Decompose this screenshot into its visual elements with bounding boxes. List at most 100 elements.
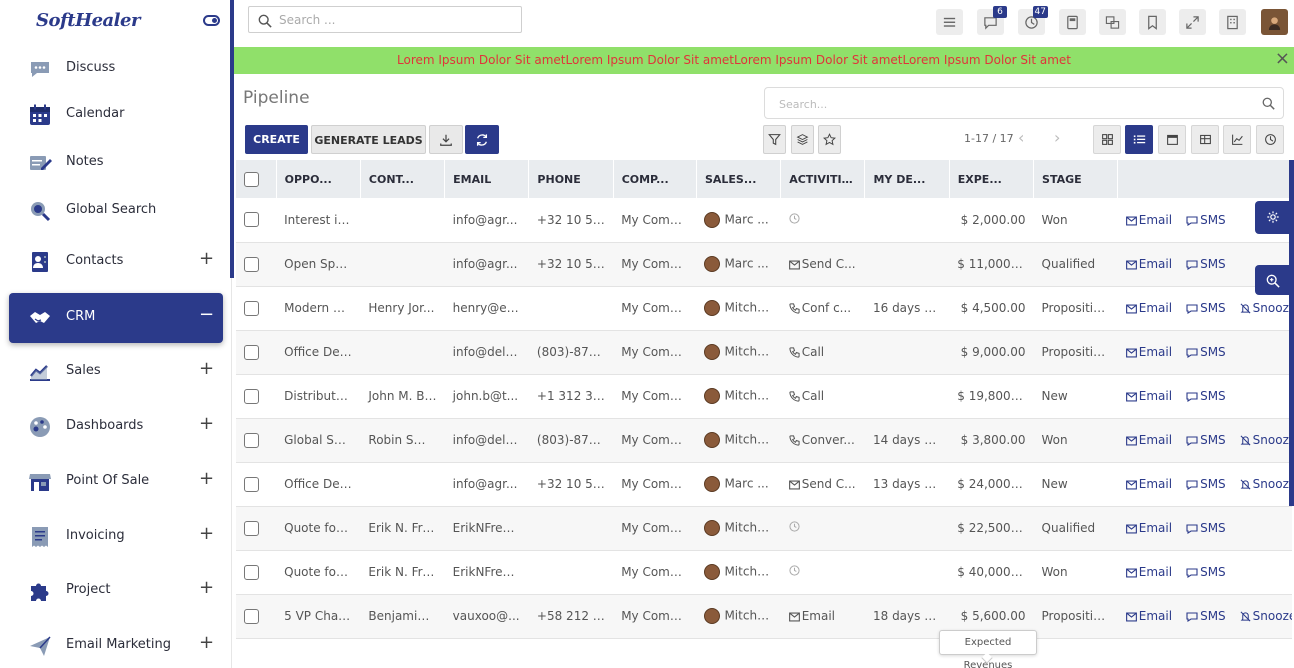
email-cell[interactable]: vauxoo@... (444, 594, 529, 639)
table-row[interactable]: Distributo... John M. Br... john.b@t... +1 … (236, 374, 1292, 419)
opportunity-cell[interactable]: Open Spa... (276, 242, 361, 287)
deadline-cell[interactable]: 13 days ago... (864, 462, 950, 507)
opportunity-cell[interactable]: Quote for ... (276, 506, 361, 551)
select-all-checkbox[interactable] (244, 171, 259, 187)
column-activities[interactable]: ACTIVITIES (780, 160, 866, 198)
create-button[interactable]: CREATE (245, 125, 308, 154)
column-salesperson[interactable]: SALES... (696, 160, 782, 198)
settings-float-button[interactable] (1255, 201, 1291, 234)
salesperson-cell[interactable]: Marc ... (696, 198, 781, 243)
sidebar-item-discuss[interactable]: Discuss (9, 44, 223, 94)
activity-cell[interactable] (780, 550, 865, 595)
email-cell[interactable]: john.b@t... (444, 374, 529, 419)
row-checkbox[interactable] (244, 476, 259, 492)
activity-cell[interactable]: Call (780, 374, 865, 419)
sidebar-item-invoicing[interactable]: Invoicing + (9, 512, 223, 562)
opportunity-cell[interactable]: Quote for ... (276, 550, 361, 595)
company-cell[interactable]: My Comp... (613, 198, 697, 243)
contact-cell[interactable]: Benjamin ... (360, 594, 445, 639)
snooze-button[interactable]: Snooze (1240, 301, 1292, 315)
sms-button[interactable]: SMS (1186, 433, 1226, 447)
row-select-cell[interactable] (236, 418, 277, 463)
pager-value[interactable]: 1-17 / 17 (964, 132, 1014, 145)
stage-cell[interactable]: Qualified (1033, 506, 1118, 551)
snooze-button[interactable]: Snooze (1240, 477, 1292, 491)
company-cell[interactable]: My Comp... (613, 374, 697, 419)
phone-cell[interactable] (528, 286, 614, 331)
expand-plus-icon[interactable]: + (199, 632, 214, 653)
company-cell[interactable]: My Comp... (613, 462, 697, 507)
company-button[interactable] (1219, 9, 1246, 35)
announcement-close-button[interactable]: × (1275, 48, 1290, 69)
company-cell[interactable]: My Comp... (613, 242, 697, 287)
deadline-cell[interactable] (864, 374, 950, 419)
stage-cell[interactable]: New (1033, 462, 1118, 507)
sidebar-item-calendar[interactable]: Calendar (9, 90, 223, 140)
deadline-cell[interactable]: 14 days ago... (864, 418, 950, 463)
view-kanban-button[interactable] (1093, 125, 1121, 154)
phone-cell[interactable]: (803)-873... (528, 418, 614, 463)
email-button[interactable]: Email (1125, 389, 1172, 403)
salesperson-cell[interactable]: Marc ... (696, 242, 781, 287)
activity-cell[interactable]: Call (780, 330, 865, 375)
messages-button[interactable]: 6 (977, 6, 1007, 35)
menu-lines-button[interactable] (936, 9, 963, 35)
activity-cell[interactable]: Send C... (780, 462, 865, 507)
company-cell[interactable]: My Comp... (613, 330, 697, 375)
column-opportunity[interactable]: OPPO... (276, 160, 361, 198)
sidebar-item-dashboards[interactable]: Dashboards + (9, 402, 223, 452)
row-checkbox[interactable] (244, 212, 259, 228)
sidebar-item-contacts[interactable]: Contacts + (9, 237, 223, 287)
clock-icon[interactable] (789, 521, 800, 535)
pager-previous-button[interactable]: ‹ (1018, 128, 1024, 147)
clock-icon[interactable] (789, 213, 800, 227)
sidebar-item-project[interactable]: Project + (9, 566, 223, 616)
expand-plus-icon[interactable]: + (199, 358, 214, 379)
revenue-cell[interactable]: $ 40,000.00 (949, 550, 1034, 595)
email-button[interactable]: Email (1125, 257, 1172, 271)
activity-cell[interactable]: Email (780, 594, 865, 639)
activity-cell[interactable]: Conver... (780, 418, 865, 463)
opportunity-cell[interactable]: Modern O... (276, 286, 361, 331)
stage-cell[interactable]: Propositio... (1033, 594, 1118, 639)
column-stage[interactable]: STAGE (1033, 160, 1119, 198)
expand-plus-icon[interactable]: + (199, 577, 214, 598)
phone-cell[interactable] (528, 550, 614, 595)
revenue-cell[interactable]: $ 11,000.00 (949, 242, 1034, 287)
phone-cell[interactable]: +32 10 588... (528, 198, 614, 243)
sms-button[interactable]: SMS (1186, 301, 1226, 315)
row-select-cell[interactable] (236, 286, 277, 331)
sms-button[interactable]: SMS (1186, 609, 1226, 623)
salesperson-cell[interactable]: Mitche... (696, 506, 781, 551)
phone-cell[interactable] (528, 506, 614, 551)
sidebar-item-email-marketing[interactable]: Email Marketing + (9, 621, 223, 668)
clock-icon[interactable] (789, 565, 800, 579)
snooze-button[interactable]: Snooze (1240, 609, 1292, 623)
activity-cell[interactable] (780, 506, 865, 551)
expand-plus-icon[interactable]: + (199, 413, 214, 434)
contact-cell[interactable]: Robin Smi... (360, 418, 445, 463)
sms-button[interactable]: SMS (1186, 213, 1226, 227)
email-cell[interactable]: ErikNFrenc... (444, 550, 529, 595)
revenue-cell[interactable]: $ 2,000.00 (949, 198, 1034, 243)
company-cell[interactable]: My Comp... (613, 550, 697, 595)
global-search-input[interactable] (279, 10, 509, 30)
salesperson-cell[interactable]: Mitche... (696, 550, 781, 595)
opportunity-cell[interactable]: Office Des... (276, 330, 361, 375)
opportunity-cell[interactable]: Distributo... (276, 374, 361, 419)
email-cell[interactable]: ErikNFrenc... (444, 506, 529, 551)
app-logo[interactable]: SoftHealer (36, 10, 140, 31)
revenue-cell[interactable]: $ 22,500.00 (949, 506, 1034, 551)
stage-cell[interactable]: Propositio... (1033, 330, 1118, 375)
email-cell[interactable]: info@agr... (444, 462, 529, 507)
phone-cell[interactable]: +58 212 68... (528, 594, 614, 639)
refresh-button[interactable] (465, 125, 499, 154)
column-company[interactable]: COMP... (613, 160, 697, 198)
row-select-cell[interactable] (236, 374, 277, 419)
table-row[interactable]: Interest in... info@agr... +32 10 588... My… (236, 198, 1292, 243)
contact-cell[interactable]: John M. Br... (360, 374, 445, 419)
row-checkbox[interactable] (244, 256, 259, 272)
stage-cell[interactable]: Won (1033, 550, 1118, 595)
row-select-cell[interactable] (236, 242, 277, 287)
stage-cell[interactable]: New (1033, 374, 1118, 419)
